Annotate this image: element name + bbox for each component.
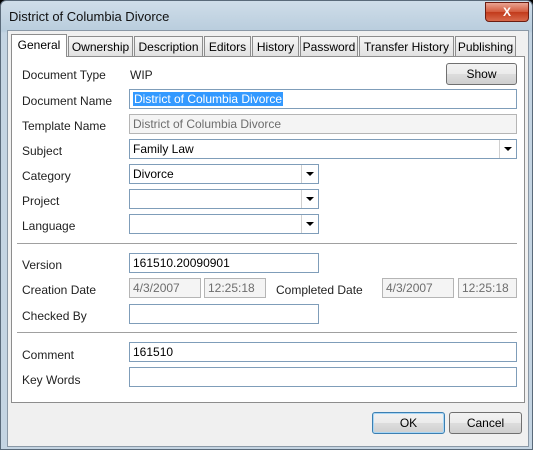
template-name-field: District of Columbia Divorce — [129, 114, 517, 134]
tab-description[interactable]: Description — [134, 36, 203, 56]
key-words-input[interactable] — [129, 367, 517, 387]
subject-label: Subject — [22, 144, 63, 158]
separator-1 — [17, 243, 517, 245]
tab-editors[interactable]: Editors — [204, 36, 251, 56]
version-label: Version — [22, 258, 63, 272]
separator-2 — [17, 332, 517, 334]
document-name-selected-text: District of Columbia Divorce — [133, 92, 284, 106]
document-name-input[interactable]: District of Columbia Divorce — [129, 89, 517, 109]
tab-ownership[interactable]: Ownership — [68, 36, 133, 56]
ok-button[interactable]: OK — [372, 412, 445, 434]
category-chevron-down-icon[interactable] — [301, 165, 318, 183]
tab-publishing[interactable]: Publishing — [455, 36, 516, 56]
tab-general[interactable]: General — [11, 34, 67, 57]
cancel-button[interactable]: Cancel — [449, 412, 522, 434]
completed-time-field: 12:25:18 — [458, 278, 517, 298]
completed-date-field: 4/3/2007 — [382, 278, 454, 298]
project-label: Project — [22, 194, 60, 208]
general-tab-panel: Document Type WIP Show GUIDs Document Na… — [11, 56, 525, 403]
project-chevron-down-icon[interactable] — [301, 190, 318, 208]
category-value: Divorce — [133, 167, 174, 181]
category-label: Category — [22, 169, 71, 183]
tab-transfer-history[interactable]: Transfer History — [359, 36, 454, 56]
version-input[interactable]: 161510.20090901 — [129, 253, 319, 273]
creation-time-field: 12:25:18 — [204, 278, 266, 298]
checked-by-input[interactable] — [129, 304, 319, 324]
title-bar[interactable]: District of Columbia Divorce X — [1, 1, 532, 31]
document-name-label: Document Name — [22, 94, 113, 108]
language-chevron-down-icon[interactable] — [301, 215, 318, 233]
close-button[interactable]: X — [485, 2, 529, 22]
dialog-client-area: General Ownership Description Editors Hi… — [7, 30, 529, 447]
category-dropdown[interactable]: Divorce — [129, 164, 319, 184]
tab-password[interactable]: Password — [300, 36, 358, 56]
creation-date-label: Creation Date — [22, 283, 97, 297]
subject-dropdown[interactable]: Family Law — [129, 139, 517, 159]
completed-date-label: Completed Date — [276, 283, 363, 297]
template-name-label: Template Name — [22, 119, 107, 133]
project-dropdown[interactable] — [129, 189, 319, 209]
key-words-label: Key Words — [22, 373, 81, 387]
subject-chevron-down-icon[interactable] — [499, 140, 516, 158]
document-type-value: WIP — [130, 68, 153, 82]
window-title: District of Columbia Divorce — [9, 9, 170, 24]
document-type-label: Document Type — [22, 68, 106, 82]
language-dropdown[interactable] — [129, 214, 319, 234]
subject-value: Family Law — [133, 142, 194, 156]
dialog-window: District of Columbia Divorce X General O… — [0, 0, 533, 450]
checked-by-label: Checked By — [22, 309, 87, 323]
comment-input[interactable]: 161510 — [129, 342, 517, 362]
show-guids-button[interactable]: Show GUIDs — [446, 63, 517, 101]
comment-label: Comment — [22, 348, 75, 362]
creation-date-field: 4/3/2007 — [129, 278, 201, 298]
language-label: Language — [22, 219, 76, 233]
tab-history[interactable]: History — [252, 36, 299, 56]
